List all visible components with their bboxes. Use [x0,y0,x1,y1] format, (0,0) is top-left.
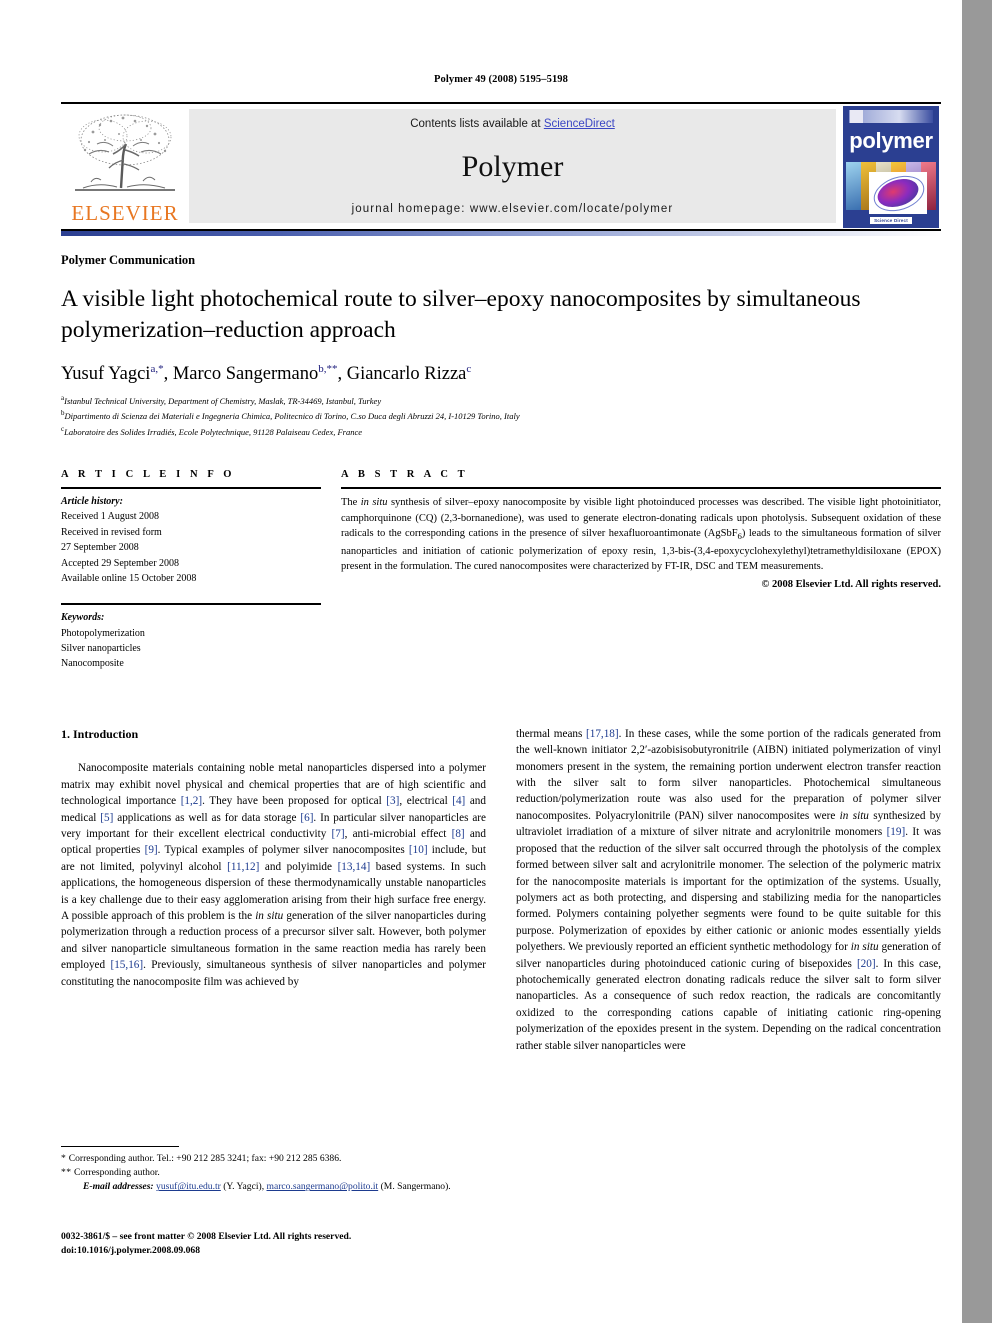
body-columns: 1. Introduction Nanocomposite materials … [61,726,941,1054]
elsevier-logo: ELSEVIER [61,104,189,229]
elsevier-wordmark: ELSEVIER [71,201,179,225]
abstract-block: A B S T R A C T The in situ synthesis of… [341,469,941,672]
sciencedirect-link[interactable]: ScienceDirect [544,118,615,130]
abstract-rule [341,486,941,489]
author-corresponding-mark: ,* [155,363,164,376]
email-addresses-label: E-mail addresses: [83,1181,154,1193]
page-content: Polymer 49 (2008) 5195–5198 ELSEVIER Con… [61,0,941,1054]
article-history-item: 27 September 2008 [61,542,139,554]
body-paragraph: Nanocomposite materials containing noble… [61,762,486,988]
affiliation-item: cLaboratoire des Solides Irradiés, Ecole… [61,424,941,439]
article-history-item: Accepted 29 September 2008 [61,557,180,569]
footnote-mark: * [61,1153,67,1164]
journal-masthead: ELSEVIER Contents lists available at Sci… [61,102,941,229]
article-history-label: Article history: [61,495,123,507]
abstract-copyright: © 2008 Elsevier Ltd. All rights reserved… [761,579,941,591]
footnote-rule [61,1146,179,1147]
keywords-rule [61,603,321,606]
article-history-item: Available online 15 October 2008 [61,572,197,584]
email-owner: (M. Sangermano). [380,1181,451,1193]
abstract-text: The in situ synthesis of silver–epoxy na… [341,496,941,573]
author-list: Yusuf Yagcia,*, Marco Sangermanob,**, Gi… [61,363,472,385]
column-gap [321,469,341,672]
cover-journal-name: polymer [849,127,933,153]
abstract-heading: A B S T R A C T [341,468,469,480]
article-history-item: Received 1 August 2008 [61,511,160,523]
article-info-heading: A R T I C L E I N F O [61,468,236,480]
article-history: Article history: Received 1 August 2008 … [61,494,321,586]
keywords-block: Keywords: Photopolymerization Silver nan… [61,603,321,672]
article-info-rule [61,486,321,489]
email-owner: (Y. Yagci) [223,1181,262,1193]
cover-sciencedirect-badge: Science Direct [870,216,912,224]
keyword-item: Silver nanoparticles [61,643,141,655]
colophon-block: 0032-3861/$ – see front matter © 2008 El… [61,1230,541,1259]
cover-image: polymer Science Direct [843,105,939,228]
footnote-corresponding-1: * Corresponding author. Tel.: +90 212 28… [61,1152,486,1166]
email-link-sangermano[interactable]: marco.sangermano@polito.it [267,1181,379,1192]
footnote-text: Corresponding author. Tel.: +90 212 285 … [68,1153,342,1164]
author-corresponding-mark: ,** [323,363,338,376]
elsevier-tree-icon [75,114,175,191]
keywords-label: Keywords: [61,612,105,624]
article-history-item: Received in revised form [61,526,162,538]
author-name: Marco Sangermano [172,364,319,385]
section-heading-introduction: 1. Introduction [61,726,139,741]
affiliation-list: aIstanbul Technical University, Departme… [61,393,941,439]
article-type-kicker: Polymer Communication [61,253,196,267]
contents-available-line: Contents lists available at ScienceDirec… [410,118,615,130]
keyword-item: Nanocomposite [61,658,124,670]
author-affil-mark: c [466,363,472,376]
body-column-gap [486,726,516,1054]
keyword-item: Photopolymerization [61,627,145,639]
affiliation-text: Dipartimento di Scienza dei Materiali e … [64,411,520,422]
body-column-right: thermal means [17,18]. In these cases, w… [516,726,941,1054]
affiliation-text: Istanbul Technical University, Departmen… [64,396,382,407]
issn-copyright-line: 0032-3861/$ – see front matter © 2008 El… [61,1231,352,1242]
masthead-panel: Contents lists available at ScienceDirec… [189,109,836,223]
footnote-emails: E-mail addresses: yusuf@itu.edu.tr (Y. Y… [83,1181,451,1193]
body-column-left: 1. Introduction Nanocomposite materials … [61,726,486,1054]
affiliation-item: aIstanbul Technical University, Departme… [61,393,941,408]
author-name: Yusuf Yagci [61,364,151,385]
body-paragraph: thermal means [17,18]. In these cases, w… [516,727,942,1052]
cover-inset-graphic [869,171,927,214]
footnote-corresponding-2: ** Corresponding author. [61,1166,486,1180]
cover-footer: Science Direct [843,215,939,224]
affiliation-item: bDipartimento di Scienza dei Materiali e… [61,408,941,423]
contents-prefix: Contents lists available at [410,118,544,130]
running-head: Polymer 49 (2008) 5195–5198 [433,74,569,85]
journal-cover-thumbnail: polymer Science Direct [836,104,941,229]
info-abstract-row: A R T I C L E I N F O Article history: R… [61,469,941,672]
cover-elsevier-mark [850,109,863,123]
footnote-text: Corresponding author. [74,1167,160,1179]
masthead-gradient-bar [61,231,941,236]
footnote-mark: ** [61,1167,72,1179]
journal-homepage-line[interactable]: journal homepage: www.elsevier.com/locat… [352,203,674,215]
paper-page: Polymer 49 (2008) 5195–5198 ELSEVIER Con… [0,0,962,1323]
page-title: A visible light photochemical route to s… [61,286,861,344]
doi-line: doi:10.1016/j.polymer.2008.09.068 [61,1245,201,1257]
journal-title: Polymer [461,149,564,183]
email-link-yagci[interactable]: yusuf@itu.edu.tr [156,1181,221,1192]
article-info-block: A R T I C L E I N F O Article history: R… [61,469,321,672]
footnote-block: * Corresponding author. Tel.: +90 212 28… [61,1146,486,1195]
affiliation-text: Laboratoire des Solides Irradiés, Ecole … [64,426,363,437]
author-name: Giancarlo Rizza [346,364,467,385]
